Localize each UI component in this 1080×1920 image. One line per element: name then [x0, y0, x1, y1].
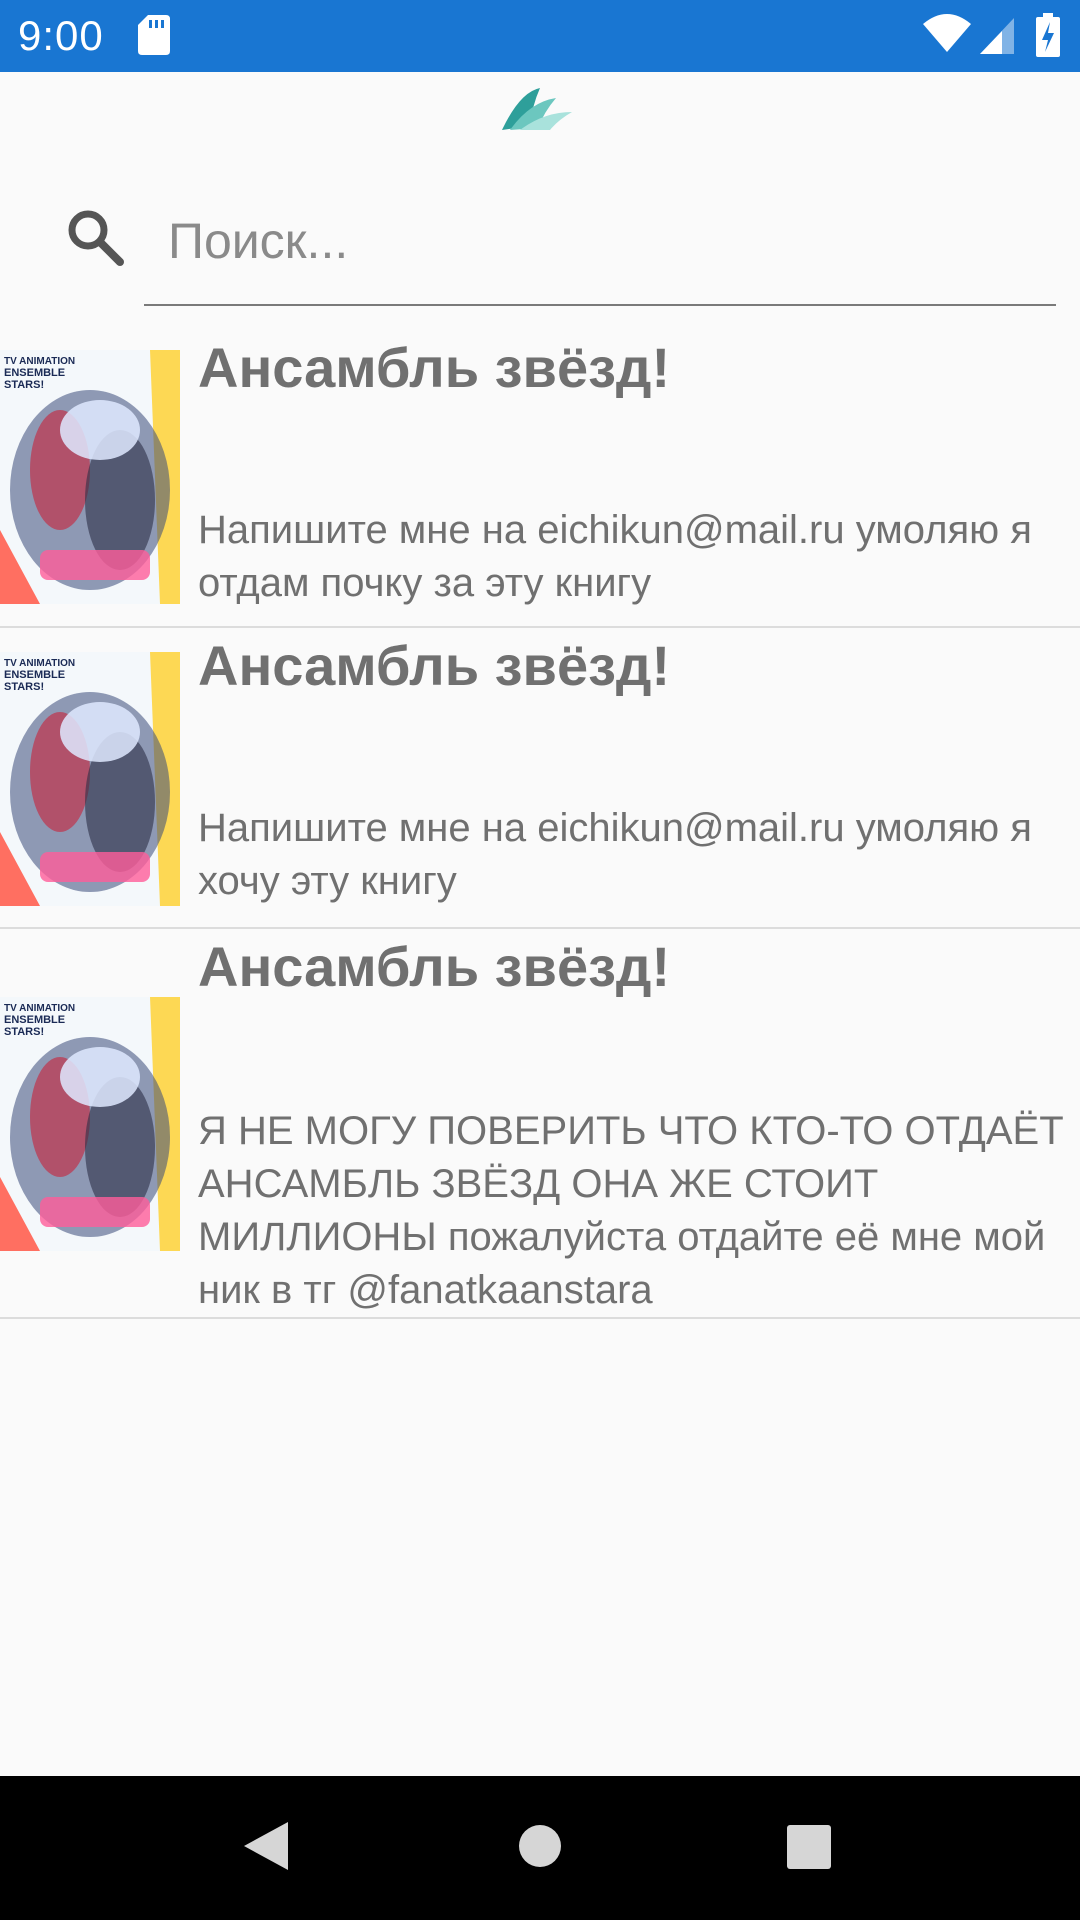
wifi-icon [923, 14, 971, 52]
cover-text-line-2: ENSEMBLE [4, 669, 65, 681]
sd-card-icon [138, 15, 170, 55]
cell-signal-icon [980, 18, 1014, 54]
item-description: Я НЕ МОГУ ПОВЕРИТЬ ЧТО КТО-ТО ОТДАЁТ АНС… [198, 1109, 1064, 1312]
cover-text-line-1: TV ANIMATION [4, 356, 75, 367]
book-cover-image: TV ANIMATION ENSEMBLE STARS! [0, 652, 180, 906]
back-icon[interactable] [242, 1820, 290, 1872]
navigation-bar [0, 1776, 1080, 1920]
battery-charging-icon [1036, 13, 1060, 57]
status-bar: 9:00 [0, 0, 1080, 72]
item-description: Напишите мне на eichikun@mail.ru умоляю … [198, 806, 1032, 903]
book-cover-image: TV ANIMATION ENSEMBLE STARS! [0, 997, 180, 1251]
cover-text-line-1: TV ANIMATION [4, 1003, 75, 1014]
search-underline [144, 304, 1056, 306]
item-title: Ансамбль звёзд! [198, 935, 671, 998]
recents-icon[interactable] [786, 1824, 832, 1870]
cover-text-line-3: STARS! [4, 681, 44, 693]
list-item[interactable]: TV ANIMATION ENSEMBLE STARS! Ансамбль зв… [0, 628, 1080, 929]
book-list: TV ANIMATION ENSEMBLE STARS! Ансамбль зв… [0, 328, 1080, 1319]
search-bar [0, 190, 1080, 308]
cover-text-line-1: TV ANIMATION [4, 658, 75, 669]
cover-text-line-2: ENSEMBLE [4, 1014, 65, 1026]
search-icon[interactable] [66, 208, 124, 266]
list-item[interactable]: TV ANIMATION ENSEMBLE STARS! Ансамбль зв… [0, 328, 1080, 628]
item-title: Ансамбль звёзд! [198, 634, 671, 697]
item-description: Напишите мне на eichikun@mail.ru умоляю … [198, 508, 1032, 605]
item-title: Ансамбль звёзд! [198, 336, 671, 399]
cover-text-line-3: STARS! [4, 379, 44, 391]
home-icon[interactable] [518, 1824, 562, 1868]
list-item[interactable]: TV ANIMATION ENSEMBLE STARS! Ансамбль зв… [0, 929, 1080, 1319]
book-logo-icon [502, 88, 572, 130]
cover-text-line-3: STARS! [4, 1026, 44, 1038]
book-cover-image: TV ANIMATION ENSEMBLE STARS! [0, 350, 180, 604]
search-input[interactable] [144, 200, 1054, 282]
status-time: 9:00 [18, 12, 104, 59]
cover-text-line-2: ENSEMBLE [4, 367, 65, 379]
